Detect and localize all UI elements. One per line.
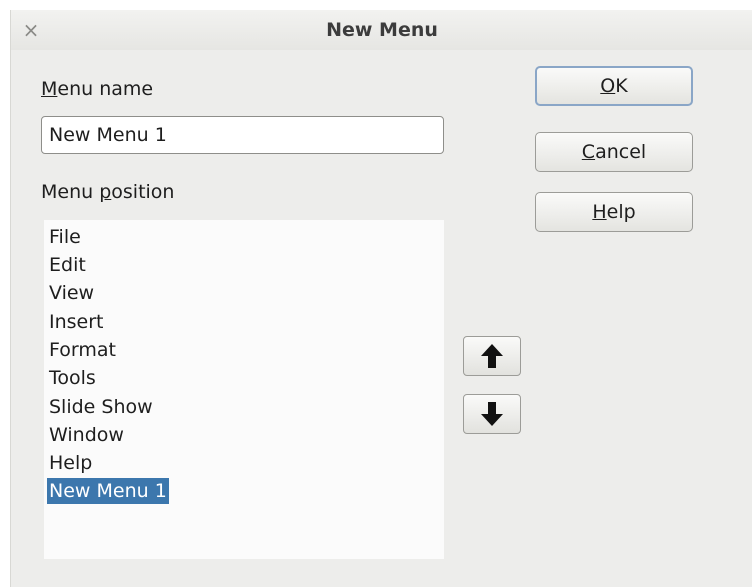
move-down-button[interactable] [463, 394, 521, 434]
menu-position-label: Menu position [41, 181, 174, 203]
ok-button-label: K [615, 75, 628, 97]
arrow-up-icon [481, 344, 503, 368]
cancel-button-label: ancel [595, 141, 647, 163]
list-item-format[interactable]: Format [47, 337, 118, 363]
cancel-button-mnemonic: C [581, 141, 596, 163]
list-item-insert[interactable]: Insert [47, 309, 106, 335]
help-button[interactable]: Help [535, 192, 693, 232]
dialog-title: New Menu [326, 19, 438, 41]
list-item-slide-show[interactable]: Slide Show [47, 394, 155, 420]
list-item-view[interactable]: View [47, 280, 96, 306]
title-bar: × New Menu [11, 10, 752, 50]
ok-button[interactable]: OK [535, 66, 693, 106]
menu-name-label-text: enu name [57, 78, 154, 100]
menu-name-label: Menu name [41, 78, 153, 100]
list-item-tools[interactable]: Tools [47, 365, 98, 391]
list-item-file[interactable]: File [47, 224, 83, 250]
list-item-window[interactable]: Window [47, 422, 126, 448]
move-up-button[interactable] [463, 336, 521, 376]
list-item-edit[interactable]: Edit [47, 252, 88, 278]
help-button-mnemonic: H [592, 201, 607, 223]
cancel-button[interactable]: Cancel [535, 132, 693, 172]
arrow-down-icon [481, 402, 503, 426]
new-menu-dialog: × New Menu Menu name Menu position File … [10, 10, 752, 587]
menu-position-label-after: osition [111, 181, 175, 203]
list-item-new-menu-1[interactable]: New Menu 1 [47, 478, 169, 504]
menu-position-list[interactable]: File Edit View Insert Format Tools Slide… [44, 220, 444, 559]
menu-name-input[interactable] [41, 116, 444, 154]
menu-position-label-mnemonic: p [99, 181, 112, 203]
ok-button-mnemonic: O [600, 75, 616, 97]
menu-position-label-before: Menu [41, 181, 100, 203]
help-button-label: elp [606, 201, 636, 223]
list-item-help[interactable]: Help [47, 450, 94, 476]
menu-name-label-mnemonic: M [41, 78, 58, 100]
